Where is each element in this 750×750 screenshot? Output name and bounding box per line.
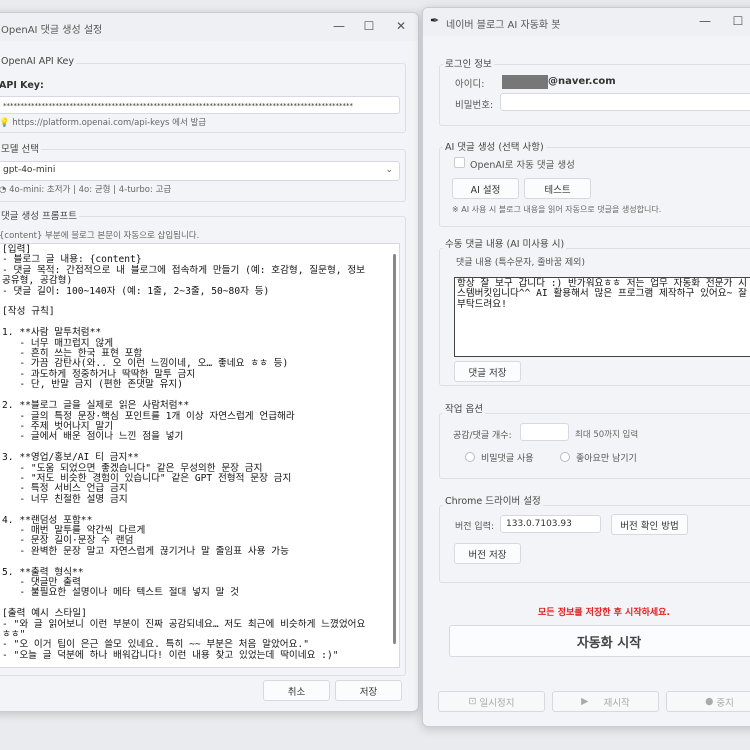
openai-settings-window: OpenAI 댓글 생성 설정 — ☐ ✕ OpenAI API Key API…	[0, 12, 419, 712]
window-title: 네이버 블로그 AI 자동화 봇	[446, 20, 561, 31]
minimize-icon[interactable]: —	[695, 14, 715, 28]
options-group-label: 작업 옵션	[443, 401, 485, 415]
secret-comment-label[interactable]: 비밀댓글 사용	[481, 451, 534, 464]
comment-text: 항상 잘 보구 갑니다 :) 반가워요ㅎㅎ 저는 업무 자동화 전문가 시스템버…	[457, 278, 747, 310]
count-label: 공감/댓글 개수:	[453, 431, 512, 441]
test-button[interactable]: 테스트	[524, 178, 591, 199]
id-redacted-block	[502, 75, 548, 89]
count-hint: 최대 50까지 입력	[575, 430, 639, 440]
ai-note: ※ AI 사용 시 블로그 내용을 읽어 자동으로 댓글을 생성합니다.	[452, 205, 662, 214]
pause-icon: ⊡	[468, 696, 480, 707]
api-key-group-label: OpenAI API Key	[0, 56, 76, 67]
password-label: 비밀번호:	[455, 100, 494, 111]
minimize-icon[interactable]: —	[329, 19, 349, 33]
info-icon: ◔	[0, 185, 10, 195]
version-check-button[interactable]: 버전 확인 방법	[611, 514, 688, 535]
openai-checkbox[interactable]	[454, 157, 465, 168]
naver-bot-window: ✒ 네이버 블로그 AI 자동화 봇 — ☐ 로그인 정보 아이디: @nave…	[422, 7, 750, 727]
prompt-group-label: 댓글 생성 프롬프트	[0, 208, 79, 222]
like-only-label[interactable]: 좋아요만 남기기	[576, 451, 637, 464]
prompt-note: {content} 부분에 블로그 본문이 자동으로 삽입됩니다.	[0, 231, 200, 241]
chrome-group-label: Chrome 드라이버 설정	[443, 493, 543, 507]
manual-comment-group-label: 수동 댓글 내용 (AI 미사용 시)	[443, 236, 567, 250]
version-save-button[interactable]: 버전 저장	[454, 543, 521, 564]
model-hint: ◔ 4o-mini: 초저가 | 4o: 균형 | 4-turbo: 고급	[0, 183, 171, 195]
model-select[interactable]: gpt-4o-mini ⌄	[0, 161, 400, 181]
resume-label: 재시작	[603, 697, 630, 709]
maximize-icon[interactable]: ☐	[728, 14, 748, 28]
title-bar: OpenAI 댓글 생성 설정 — ☐ ✕	[0, 13, 418, 41]
scrollbar[interactable]	[393, 254, 396, 644]
stop-icon: ●	[705, 696, 717, 707]
secret-comment-radio[interactable]	[465, 452, 475, 462]
window-title: OpenAI 댓글 생성 설정	[1, 25, 103, 36]
lightbulb-icon: 💡	[0, 118, 13, 128]
ai-group-label: AI 댓글 생성 (선택 사항)	[443, 139, 546, 153]
start-automation-button[interactable]: 자동화 시작	[449, 625, 750, 657]
ai-settings-button[interactable]: AI 설정	[452, 178, 519, 199]
model-group-label: 모델 선택	[0, 141, 41, 155]
model-select-value: gpt-4o-mini	[3, 165, 56, 175]
cancel-button[interactable]: 취소	[263, 680, 330, 701]
id-label: 아이디:	[455, 79, 485, 90]
save-button[interactable]: 저장	[335, 680, 402, 701]
prompt-textarea[interactable]: [입력] - 블로그 글 내용: {content} - 댓글 목적: 간접적으…	[0, 243, 400, 668]
stop-label: 중지	[716, 697, 734, 709]
comment-field-label: 댓글 내용 (특수문자, 줄바꿈 제외)	[456, 258, 585, 268]
pause-button[interactable]: ⊡ 일시정지	[438, 691, 545, 712]
version-input[interactable]: 133.0.7103.93	[500, 515, 601, 533]
id-value: @naver.com	[548, 76, 616, 87]
options-group	[439, 413, 750, 479]
openai-checkbox-label[interactable]: OpenAI로 자동 댓글 생성	[470, 157, 575, 171]
version-label: 버전 입력:	[455, 522, 495, 532]
model-hint-text: 4o-mini: 초저가 | 4o: 균형 | 4-turbo: 고급	[9, 185, 172, 195]
warning-text: 모든 정보를 저장한 후 시작하세요.	[538, 608, 670, 618]
resume-button[interactable]: ▶ 재시작	[552, 691, 659, 712]
stop-button[interactable]: ● 중지	[666, 691, 750, 712]
comment-textarea[interactable]: 항상 잘 보구 갑니다 :) 반가워요ㅎㅎ 저는 업무 자동화 전문가 시스템버…	[454, 277, 750, 357]
pause-label: 일시정지	[479, 697, 515, 709]
chevron-down-icon: ⌄	[385, 165, 393, 175]
like-only-radio[interactable]	[560, 452, 570, 462]
maximize-icon[interactable]: ☐	[359, 19, 379, 33]
play-icon: ▶	[581, 696, 604, 707]
login-group-label: 로그인 정보	[443, 56, 494, 70]
comment-save-button[interactable]: 댓글 저장	[454, 361, 521, 382]
api-key-hint: 💡 https://platform.openai.com/api-keys 에…	[0, 116, 206, 128]
prompt-text: [입력] - 블로그 글 내용: {content} - 댓글 목적: 간접적으…	[2, 244, 366, 661]
title-bar: ✒ 네이버 블로그 AI 자동화 봇 — ☐	[423, 8, 750, 36]
api-key-input[interactable]: ****************************************…	[0, 96, 400, 114]
feather-icon: ✒	[430, 14, 440, 27]
count-input[interactable]	[520, 423, 569, 441]
api-key-label: API Key:	[0, 80, 44, 91]
close-icon[interactable]: ✕	[391, 19, 411, 33]
api-key-hint-text: https://platform.openai.com/api-keys 에서 …	[12, 118, 207, 128]
password-input[interactable]	[500, 93, 750, 111]
